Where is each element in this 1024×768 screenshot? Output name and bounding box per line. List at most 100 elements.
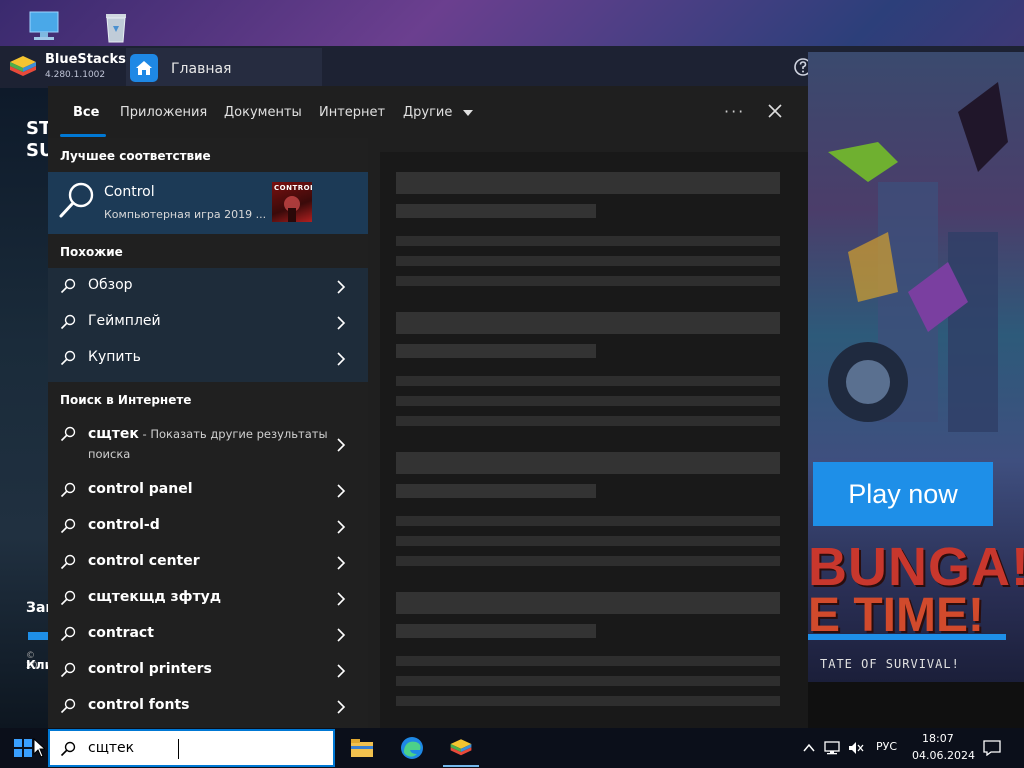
text-caret [178, 739, 179, 759]
chevron-up-icon[interactable] [802, 740, 818, 756]
game-left-background: ST SU Зап © 20 Кли [0, 88, 55, 728]
best-match-title: Control [104, 184, 155, 200]
tab-apps[interactable]: Приложения [120, 105, 207, 120]
search-tabs: Все Приложения Документы Интернет Другие… [48, 86, 808, 138]
volume-muted-icon[interactable] [848, 740, 864, 756]
recycle-bin-desktop-icon[interactable] [96, 6, 136, 46]
network-icon[interactable] [824, 740, 840, 756]
taskbar-search-box[interactable]: сщтек [48, 729, 335, 767]
web-result-control-printers[interactable]: control printers [48, 652, 368, 688]
chevron-right-icon [336, 519, 346, 534]
close-search-button[interactable] [766, 102, 784, 120]
search-icon [60, 518, 76, 534]
tab-documents[interactable]: Документы [224, 105, 302, 120]
this-pc-desktop-icon[interactable] [24, 6, 64, 46]
search-icon [60, 741, 76, 757]
search-icon [60, 698, 76, 714]
chevron-right-icon [336, 483, 346, 498]
web-result-label: control printers [88, 661, 212, 677]
similar-item-overview[interactable]: Обзор [48, 268, 368, 304]
bluestacks-logo-icon [8, 54, 38, 80]
web-result-query-text: сщтек [88, 426, 139, 442]
placeholder-bar [396, 376, 780, 386]
search-icon [60, 554, 76, 570]
keyboard-language[interactable]: РУС [876, 740, 897, 753]
web-search-header: Поиск в Интернете [60, 393, 192, 407]
game-tagline: TATE OF SURVIVAL! [820, 657, 960, 671]
tab-more-label: Другие [403, 105, 453, 120]
best-match-subtitle: Компьютерная игра 2019 ... [104, 208, 267, 221]
placeholder-bar [396, 536, 780, 546]
similar-item-label: Геймплей [88, 313, 161, 329]
chevron-right-icon [336, 351, 346, 366]
play-now-button[interactable]: Play now [813, 462, 993, 526]
search-icon [60, 426, 76, 442]
web-result-label: сщтек - Показать другие результаты поиск… [88, 424, 338, 464]
web-result-label: control panel [88, 481, 193, 497]
tab-more[interactable]: Другие [403, 105, 473, 120]
bluestacks-taskbar-icon[interactable] [449, 736, 473, 760]
placeholder-bar [396, 416, 780, 426]
close-icon [768, 104, 782, 118]
active-app-indicator [443, 765, 479, 767]
file-explorer-icon[interactable] [350, 736, 374, 760]
best-match-item[interactable]: Control Компьютерная игра 2019 ... CONTR… [48, 172, 368, 234]
web-result-query[interactable]: сщтек - Показать другие результаты поиск… [48, 420, 368, 468]
edge-browser-icon[interactable] [400, 736, 424, 760]
web-result-control-d[interactable]: control-d [48, 508, 368, 544]
chevron-right-icon [336, 315, 346, 330]
search-icon [60, 482, 76, 498]
chevron-right-icon [336, 699, 346, 714]
notifications-icon[interactable] [983, 740, 1001, 757]
clock-time[interactable]: 18:07 [922, 732, 954, 745]
chevron-right-icon [336, 555, 346, 570]
tab-web[interactable]: Интернет [319, 105, 385, 120]
more-options-button[interactable]: ··· [724, 102, 745, 121]
web-result-label: сщтекщд зфтуд [88, 589, 222, 605]
similar-header: Похожие [60, 245, 123, 259]
game-title-line-2: E TIME! [808, 589, 984, 642]
chevron-right-icon [336, 663, 346, 678]
search-icon [60, 314, 76, 330]
web-result-contract[interactable]: contract [48, 616, 368, 652]
chevron-right-icon [336, 437, 346, 452]
search-icon [60, 350, 76, 366]
chevron-right-icon [336, 627, 346, 642]
web-result-label: control fonts [88, 697, 190, 713]
placeholder-bar [396, 236, 780, 246]
windows-start-icon[interactable] [14, 739, 32, 757]
web-result-label: control-d [88, 517, 160, 533]
bluestacks-name: BlueStacks [45, 52, 126, 67]
placeholder-bar [396, 696, 780, 706]
web-result-control-center[interactable]: control center [48, 544, 368, 580]
active-tab-indicator [60, 134, 106, 137]
placeholder-bar [396, 396, 780, 406]
bluestacks-version: 4.280.1.1002 [45, 70, 106, 80]
game-title-line-1: BUNGA! [808, 537, 1024, 597]
similar-item-buy[interactable]: Купить [48, 340, 368, 376]
game-progress-bar [808, 634, 1006, 640]
clock-date[interactable]: 04.06.2024 [912, 749, 975, 762]
game-left-progress [28, 632, 48, 640]
tab-home-label: Главная [171, 61, 232, 77]
tab-home[interactable]: Главная [126, 48, 322, 88]
web-result-control-fonts[interactable]: control fonts [48, 688, 368, 724]
placeholder-bar [396, 256, 780, 266]
search-icon [58, 180, 96, 220]
search-icon [60, 626, 76, 642]
web-result-mistyped[interactable]: сщтекщд зфтуд [48, 580, 368, 616]
placeholder-bar [396, 592, 780, 614]
web-result-label: control center [88, 553, 200, 569]
placeholder-bar [396, 624, 596, 638]
best-match-header: Лучшее соответствие [60, 149, 211, 163]
search-icon [60, 590, 76, 606]
search-input[interactable]: сщтек [88, 740, 134, 756]
placeholder-bar [396, 452, 780, 474]
similar-item-gameplay[interactable]: Геймплей [48, 304, 368, 340]
windows-search-panel: Все Приложения Документы Интернет Другие… [48, 86, 808, 728]
tab-all[interactable]: Все [73, 105, 99, 120]
placeholder-bar [396, 204, 596, 218]
placeholder-bar [396, 312, 780, 334]
placeholder-bar [396, 484, 596, 498]
web-result-control-panel[interactable]: control panel [48, 472, 368, 508]
